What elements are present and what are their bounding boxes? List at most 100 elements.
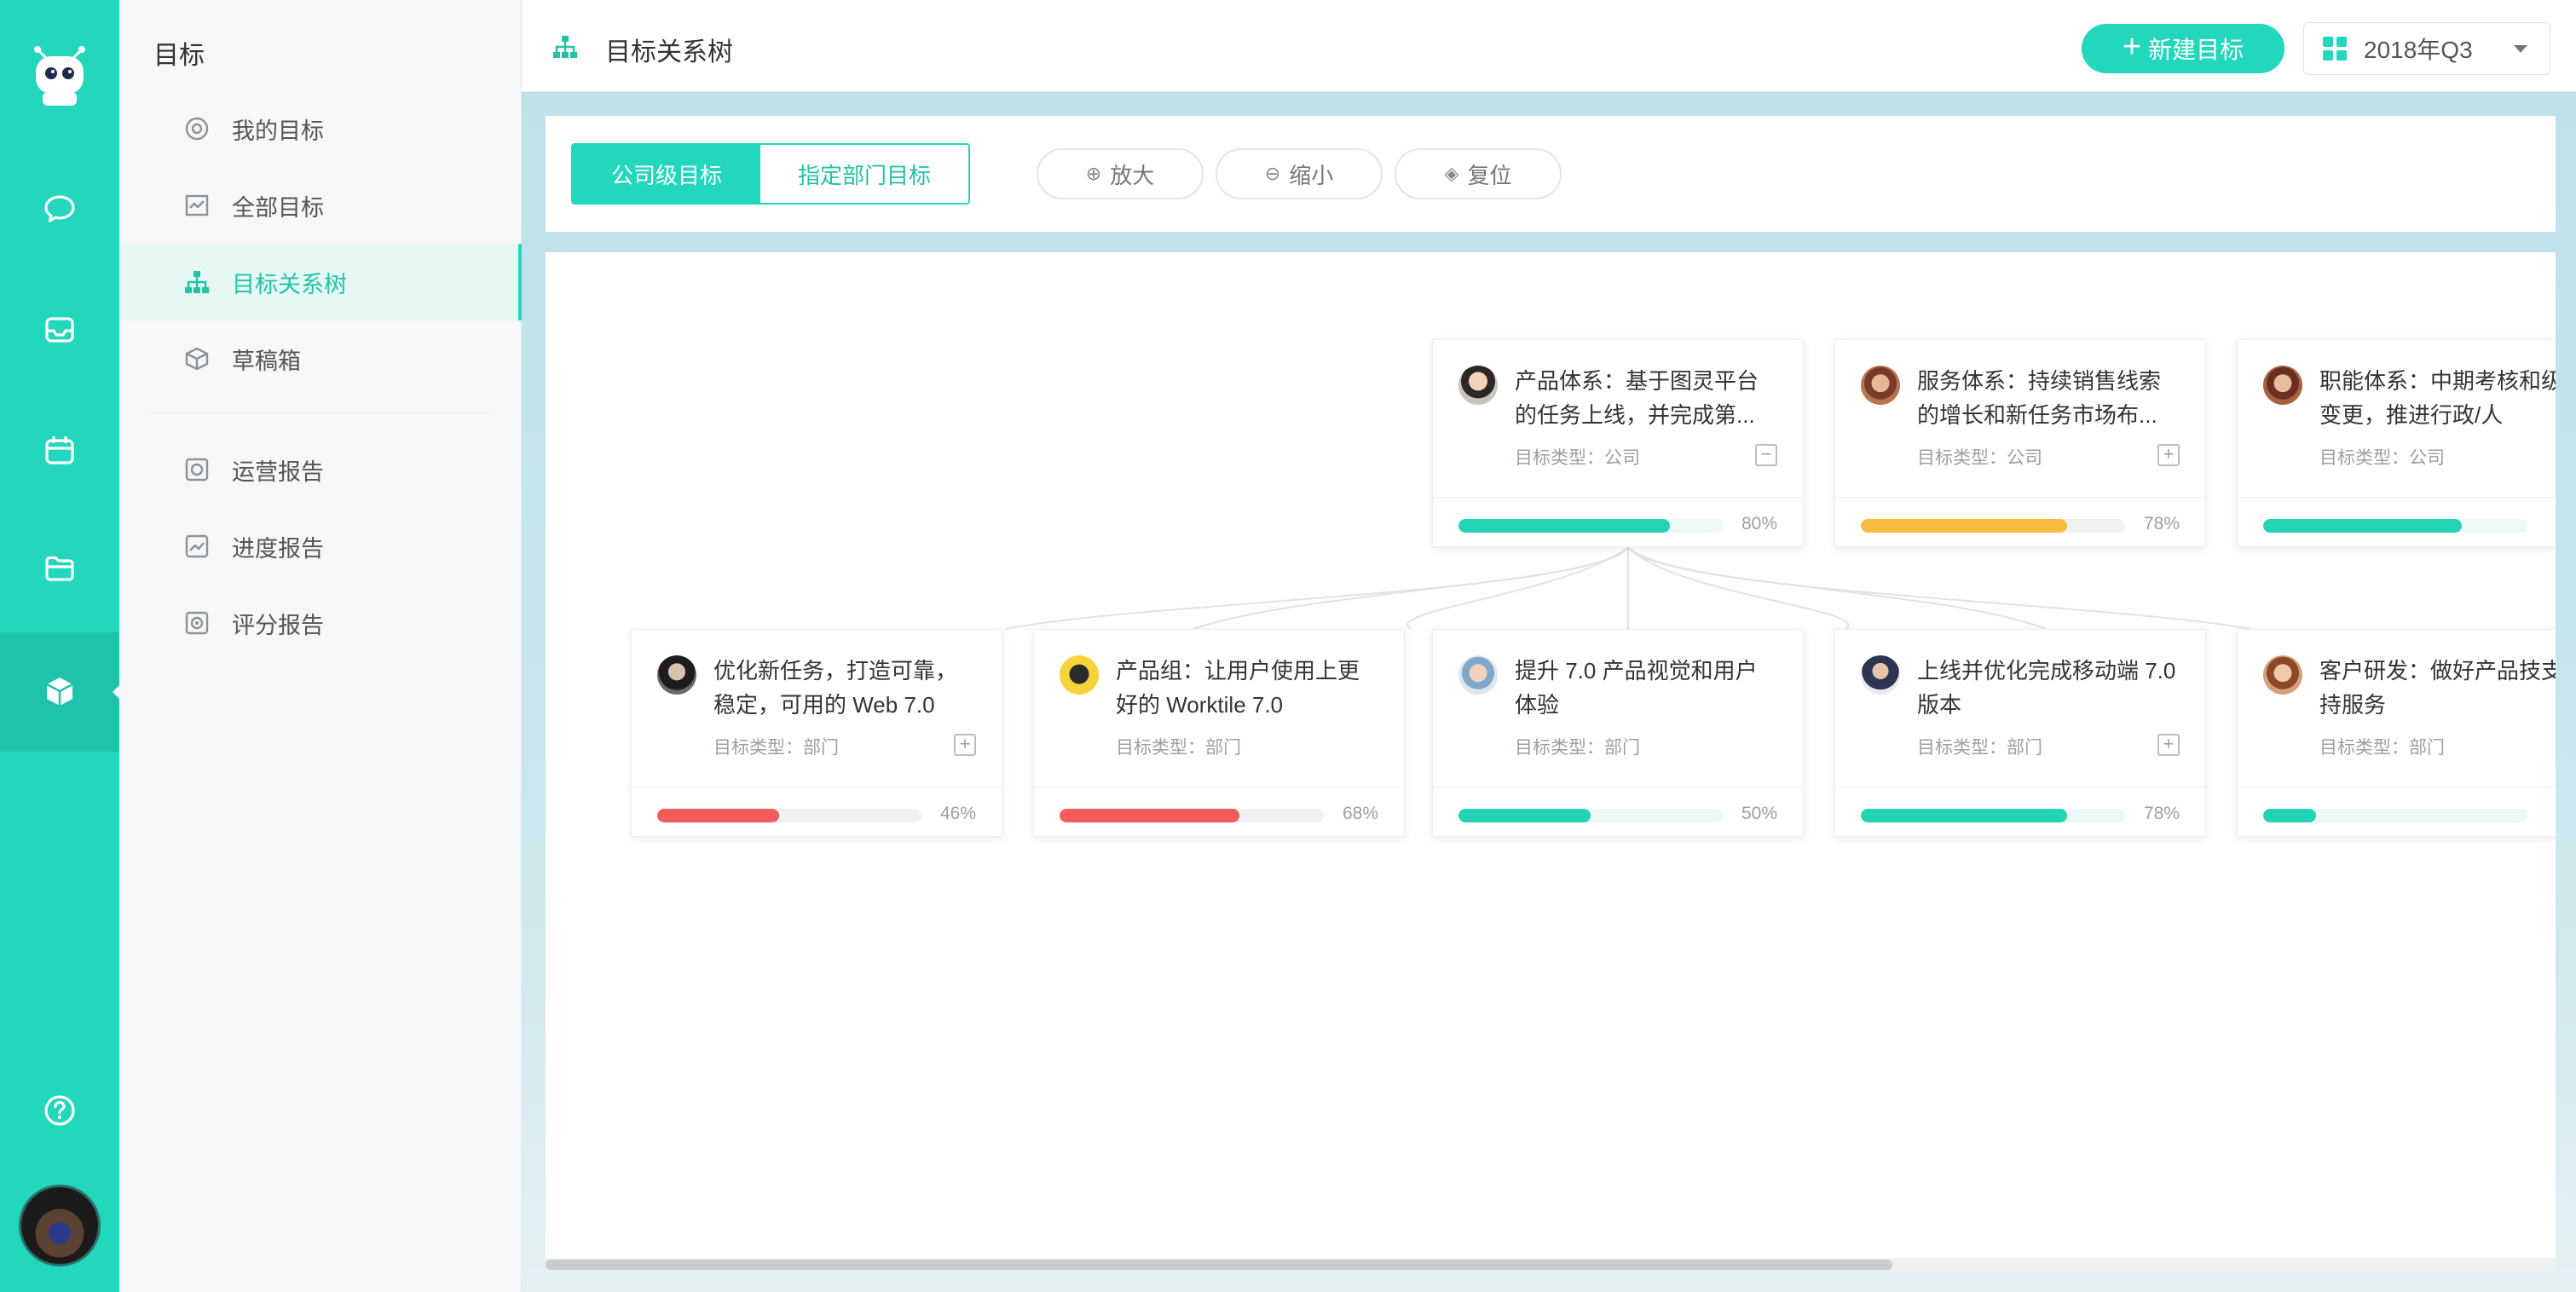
score-report-icon — [182, 609, 211, 637]
content-area: 公司级目标 指定部门目标 ⊕ 放大 ⊖ 缩小 ◈ 复位 产品体系：基于图灵平台的… — [522, 92, 2576, 1292]
goal-title: 职能体系：中期考核和级变更，推进行政/人 — [2319, 368, 2556, 428]
cube-icon — [46, 678, 73, 706]
page-title: 目标关系树 — [605, 38, 733, 66]
reset-label: 复位 — [1467, 162, 1512, 188]
goal-type: 目标类型：部门 — [1116, 738, 1241, 758]
new-goal-label: 新建目标 — [2148, 37, 2244, 63]
goal-tree-canvas[interactable]: 产品体系：基于图灵平台的任务上线，并完成第... 目标类型：公司 − 80% 服… — [546, 252, 2556, 1258]
new-goal-button[interactable]: + 新建目标 — [2082, 24, 2284, 73]
progress-bar — [1861, 809, 2125, 822]
progress-percent: 50% — [1741, 804, 1777, 823]
sidebar-item-label: 目标关系树 — [232, 271, 347, 297]
sidebar-item-score-report[interactable]: 评分报告 — [119, 585, 522, 661]
goal-card-visual-ux[interactable]: 提升 7.0 产品视觉和用户体验 目标类型：部门 50% — [1432, 629, 1804, 837]
chat-nav-button[interactable] — [0, 162, 119, 256]
goal-card-product-group[interactable]: 产品组：让用户使用上更好的 Worktile 7.0 目标类型：部门 68% — [1033, 629, 1405, 837]
zoom-out-button[interactable]: ⊖ 缩小 — [1216, 148, 1383, 199]
board-icon — [182, 191, 211, 220]
progress-bar — [1861, 519, 2125, 533]
goal-type: 目标类型：部门 — [1917, 738, 2042, 758]
tree-toolbar: 公司级目标 指定部门目标 ⊕ 放大 ⊖ 缩小 ◈ 复位 — [546, 116, 2556, 232]
progress-report-icon — [182, 532, 211, 561]
calendar-icon — [45, 436, 74, 464]
tab-department-goals[interactable]: 指定部门目标 — [760, 145, 968, 203]
quarter-select[interactable]: 2018年Q3 — [2303, 22, 2550, 75]
scrollbar-thumb[interactable] — [546, 1260, 1892, 1270]
goal-title: 服务体系：持续销售线索的增长和新任务市场布... — [1917, 368, 2162, 428]
progress-bar — [1458, 809, 1723, 822]
goal-card-web[interactable]: 优化新任务，打造可靠，稳定，可用的 Web 7.0 目标类型：部门 + 46% — [631, 629, 1002, 837]
expand-icon[interactable]: + — [2157, 734, 2180, 756]
horizontal-scrollbar[interactable] — [546, 1258, 2556, 1272]
goal-type: 目标类型：公司 — [2319, 448, 2445, 468]
box-icon — [182, 344, 211, 373]
goal-card-product-system[interactable]: 产品体系：基于图灵平台的任务上线，并完成第... 目标类型：公司 − 80% — [1432, 339, 1804, 547]
progress-fill — [1060, 809, 1239, 822]
sidebar-item-label: 我的目标 — [232, 118, 324, 144]
avatar — [1060, 655, 1099, 695]
plus-icon: + — [2122, 28, 2142, 65]
goal-card-service-system[interactable]: 服务体系：持续销售线索的增长和新任务市场布... 目标类型：公司 + 78% — [1834, 339, 2206, 547]
avatar — [2263, 366, 2302, 405]
goal-title: 上线并优化完成移动端 7.0版本 — [1917, 658, 2176, 718]
inbox-nav-button[interactable] — [0, 283, 119, 377]
goals-nav-button[interactable] — [0, 632, 121, 752]
goal-title: 产品组：让用户使用上更好的 Worktile 7.0 — [1116, 658, 1360, 718]
reset-button[interactable]: ◈ 复位 — [1395, 148, 1562, 199]
icon-rail — [0, 0, 121, 1292]
target-icon: ◈ — [1444, 163, 1459, 184]
goal-title: 提升 7.0 产品视觉和用户体验 — [1515, 658, 1758, 718]
avatar — [1458, 655, 1498, 695]
goal-type: 目标类型：公司 — [1515, 448, 1640, 468]
help-nav-button[interactable] — [0, 1064, 119, 1157]
sidebar-item-ops-report[interactable]: 运营报告 — [119, 431, 522, 508]
chevron-down-icon — [2514, 45, 2527, 53]
user-avatar[interactable] — [19, 1185, 101, 1266]
goal-card-mobile[interactable]: 上线并优化完成移动端 7.0版本 目标类型：部门 + 78% — [1834, 629, 2206, 837]
zoom-out-label: 缩小 — [1289, 162, 1334, 188]
sidebar-item-label: 全部目标 — [232, 194, 324, 221]
sidebar-item-progress-report[interactable]: 进度报告 — [119, 508, 522, 585]
sidebar-item-label: 运营报告 — [232, 459, 324, 485]
goal-title: 产品体系：基于图灵平台的任务上线，并完成第... — [1515, 368, 1759, 428]
folder-nav-button[interactable] — [0, 522, 119, 615]
progress-fill — [1458, 809, 1591, 822]
progress-percent: 80% — [1741, 514, 1777, 534]
goal-type: 目标类型：部门 — [2319, 738, 2445, 758]
target-icon — [182, 114, 211, 143]
avatar — [2263, 655, 2302, 695]
progress-fill — [1861, 809, 2067, 822]
zoom-in-button[interactable]: ⊕ 放大 — [1037, 148, 1204, 199]
progress-bar — [1458, 519, 1723, 533]
sidebar-item-goal-tree[interactable]: 目标关系树 — [119, 244, 522, 320]
sidebar-item-all-goals[interactable]: 全部目标 — [119, 167, 522, 244]
tab-company-goals[interactable]: 公司级目标 — [573, 145, 760, 203]
avatar — [1458, 366, 1498, 405]
expand-icon[interactable]: + — [2157, 444, 2180, 466]
inbox-icon — [45, 317, 74, 343]
progress-percent: 46% — [939, 804, 976, 823]
calendar-nav-button[interactable] — [0, 404, 119, 498]
goal-type: 目标类型：公司 — [1917, 448, 2042, 468]
progress-fill — [2263, 809, 2316, 822]
card-divider — [2238, 497, 2556, 498]
quarter-value: 2018年Q3 — [2364, 37, 2473, 63]
collapse-icon[interactable]: − — [1755, 444, 1777, 466]
goal-scope-tabs: 公司级目标 指定部门目标 — [571, 143, 970, 205]
help-icon — [44, 1095, 75, 1126]
progress-percent: 68% — [1342, 804, 1378, 823]
sidebar-item-my-goals[interactable]: 我的目标 — [119, 90, 522, 167]
goal-card-function-system[interactable]: 职能体系：中期考核和级变更，推进行政/人 目标类型：公司 — [2237, 339, 2556, 547]
card-divider — [1835, 497, 2205, 498]
goal-card-customer-rd[interactable]: 客户研发：做好产品技支持服务 目标类型：部门 — [2237, 629, 2556, 837]
avatar — [657, 655, 696, 695]
progress-percent: 78% — [2143, 804, 2180, 823]
chat-icon — [44, 195, 75, 222]
expand-icon[interactable]: + — [954, 734, 976, 756]
goal-type: 目标类型：部门 — [713, 738, 839, 758]
robot-logo-icon[interactable] — [26, 37, 94, 114]
progress-fill — [657, 809, 779, 822]
zoom-out-icon: ⊖ — [1264, 163, 1281, 184]
sidebar-item-drafts[interactable]: 草稿箱 — [119, 320, 522, 397]
zoom-in-icon: ⊕ — [1085, 163, 1102, 184]
